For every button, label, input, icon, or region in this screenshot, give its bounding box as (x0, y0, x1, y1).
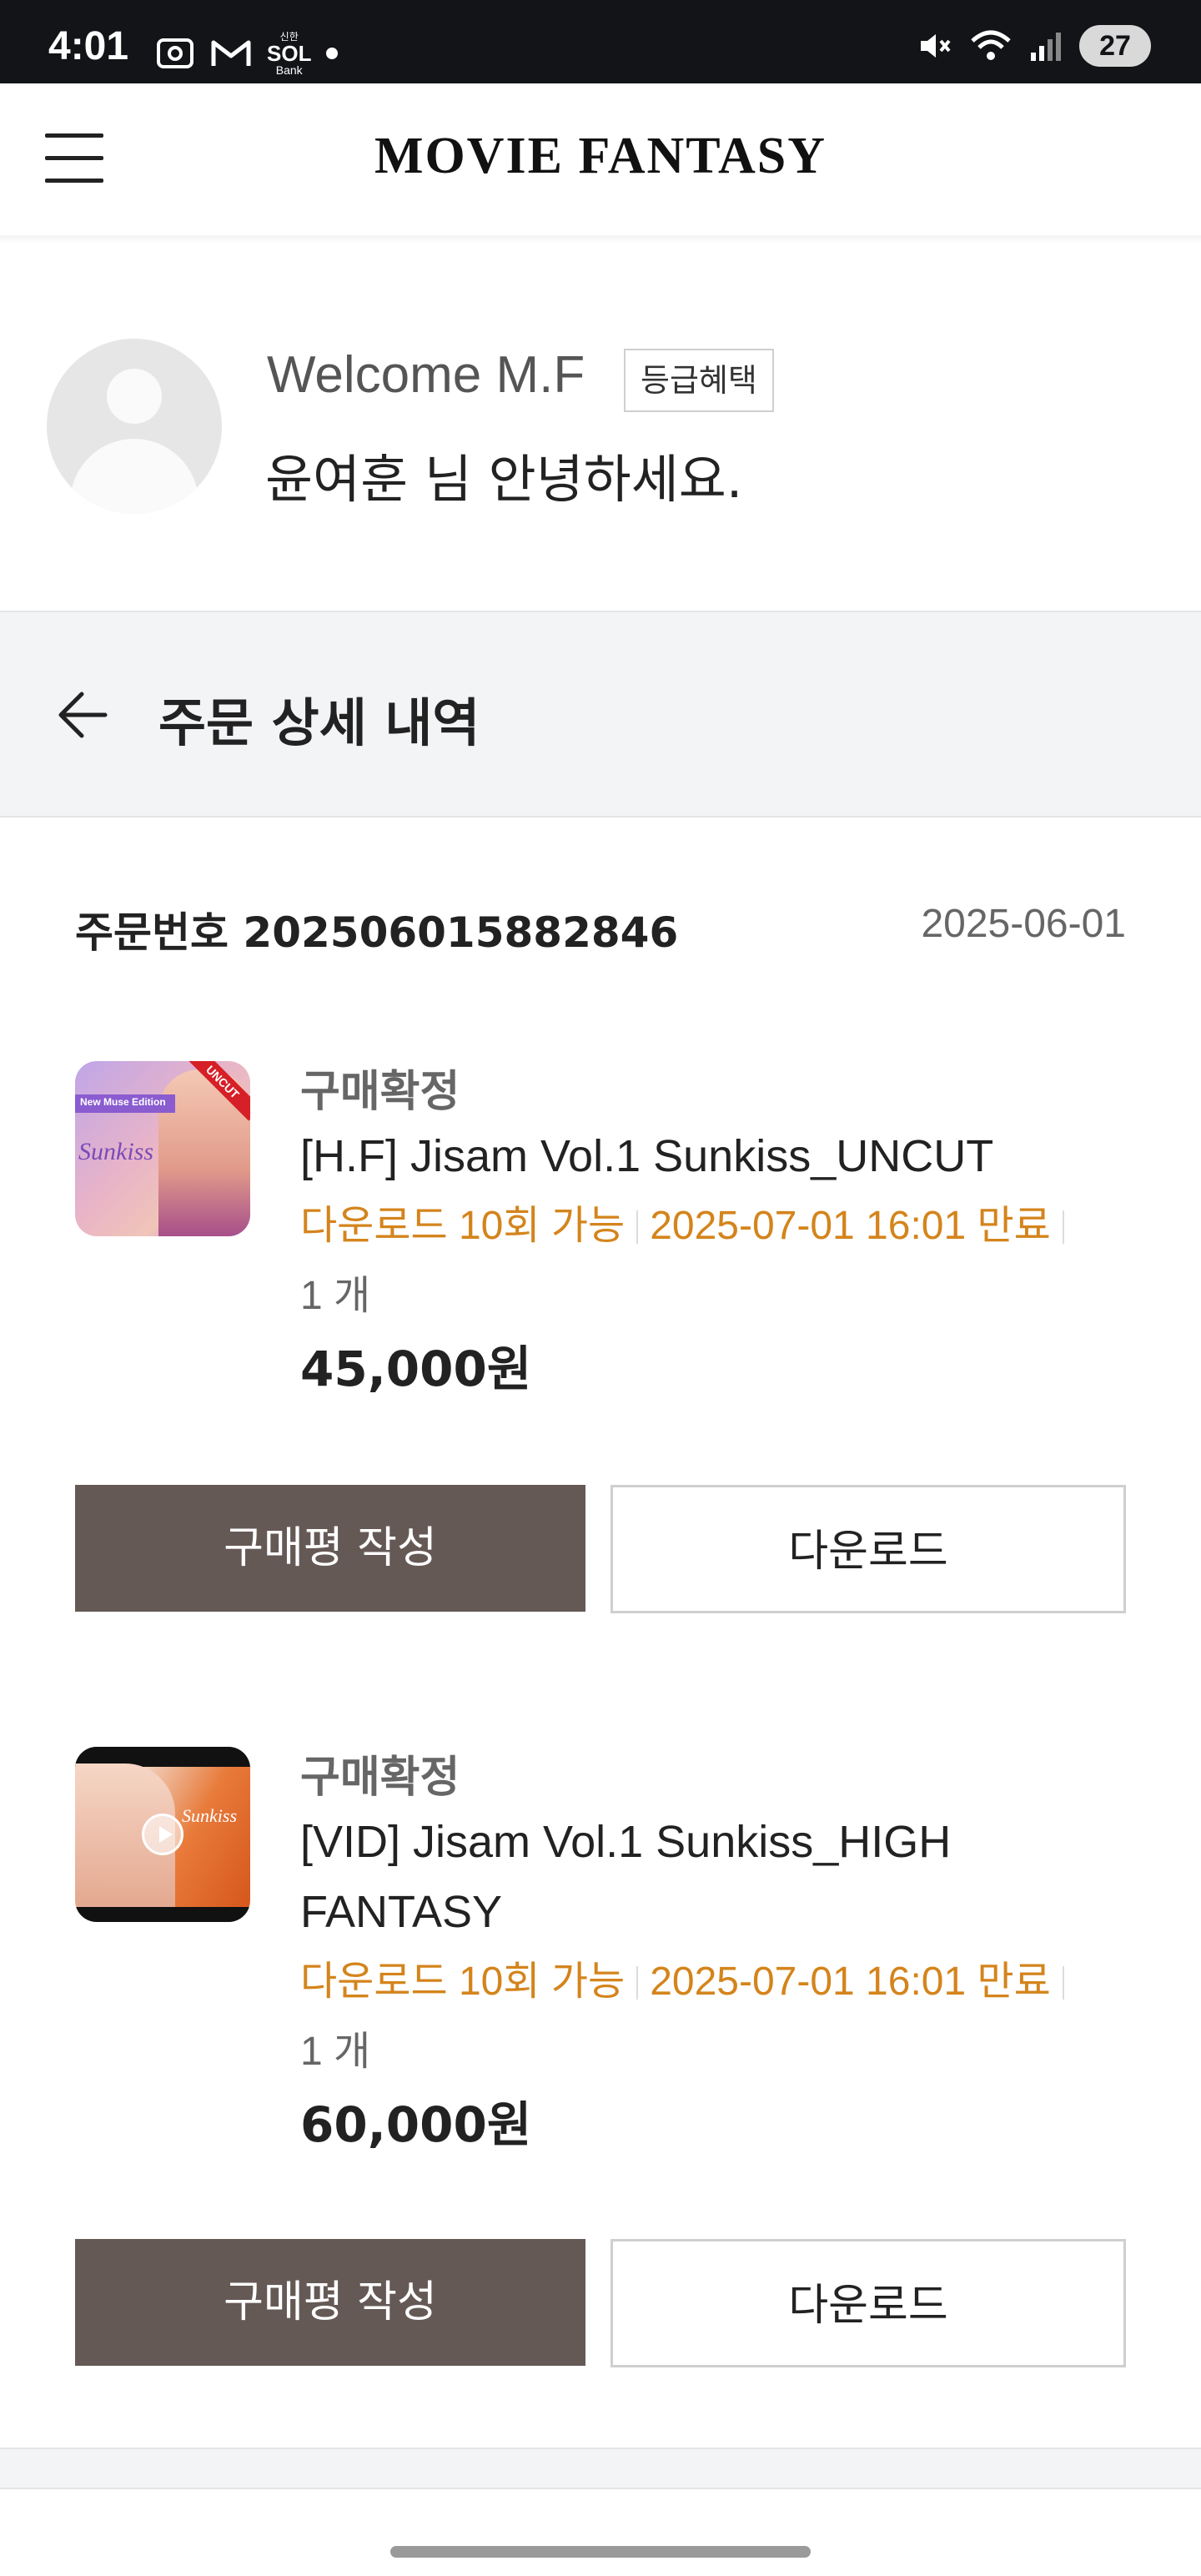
item-info: 구매확정 [VID] Jisam Vol.1 Sunkiss_HIGH FANT… (300, 1747, 1126, 2162)
status-time: 4:01 (48, 24, 129, 68)
download-info: 다운로드 10회 가능 2025-07-01 16:01 만료 (300, 1947, 1126, 2017)
download-button[interactable]: 다운로드 (611, 2239, 1126, 2367)
product-name[interactable]: [H.F] Jisam Vol.1 Sunkiss_UNCUT (300, 1121, 1126, 1191)
write-review-button[interactable]: 구매평 작성 (75, 2239, 585, 2366)
gmail-icon (211, 40, 251, 66)
item-info: 구매확정 [H.F] Jisam Vol.1 Sunkiss_UNCUT 다운로… (300, 1061, 1126, 1406)
order-number: 주문번호 202506015882846 (75, 908, 679, 957)
thumbnail-title-text: Sunkiss (78, 1138, 153, 1165)
welcome-section: Welcome M.F 등급혜택 윤여훈 님 안녕하세요. (0, 244, 1201, 611)
download-button[interactable]: 다운로드 (611, 1485, 1126, 1613)
thumbnail-title-text: Sunkiss (182, 1805, 237, 1826)
mute-icon (921, 34, 951, 58)
item-status: 구매확정 (300, 1067, 460, 1117)
site-header: MOVIE FANTASY (0, 83, 1201, 237)
separator (1062, 1210, 1064, 1244)
section-divider (0, 2448, 1201, 2489)
product-thumbnail[interactable]: New Muse Edition Sunkiss UNCUT (75, 1061, 250, 1236)
bank-app-icon: 신한 SOL Bank (267, 31, 312, 77)
item-status: 구매확정 (300, 1753, 460, 1803)
write-review-button[interactable]: 구매평 작성 (75, 1485, 585, 1612)
order-date: 2025-06-01 (921, 902, 1126, 946)
battery-indicator: 27 (1079, 25, 1151, 67)
home-indicator[interactable] (390, 2546, 811, 2558)
page-title-bar: 주문 상세 내역 (0, 611, 1201, 818)
wifi-icon (971, 30, 1011, 60)
welcome-greeting: 윤여훈 님 안녕하세요. (265, 449, 743, 510)
item-price: 60,000원 (300, 2096, 532, 2153)
expiry-date: 2025-07-01 16:01 만료 (650, 1960, 1051, 2004)
page-title: 주문 상세 내역 (158, 692, 480, 753)
separator (636, 1210, 639, 1244)
product-name[interactable]: [VID] Jisam Vol.1 Sunkiss_HIGH FANTASY (300, 1807, 1126, 1947)
grade-benefits-button[interactable]: 등급혜택 (624, 349, 774, 412)
status-bar: 4:01 신한 SOL Bank 27 (0, 0, 1201, 83)
download-info: 다운로드 10회 가능 2025-07-01 16:01 만료 (300, 1191, 1126, 1261)
notification-icons: 신한 SOL Bank (155, 30, 339, 77)
download-count: 다운로드 10회 가능 (300, 1204, 626, 1248)
play-icon[interactable] (142, 1814, 183, 1855)
product-name-line: [VID] Jisam Vol.1 Sunkiss_HIGH (300, 1817, 952, 1867)
thumbnail-band-text: New Muse Edition (80, 1096, 166, 1108)
expiry-date: 2025-07-01 16:01 만료 (650, 1204, 1051, 1248)
order-header: 주문번호 202506015882846 2025-06-01 (75, 899, 1126, 958)
product-name-line: FANTASY (300, 1887, 503, 1937)
avatar (47, 339, 222, 514)
site-logo[interactable]: MOVIE FANTASY (0, 127, 1201, 186)
screenshot-icon (157, 38, 193, 68)
item-quantity: 1 개 (300, 2030, 371, 2074)
arrow-left-icon[interactable] (53, 686, 112, 744)
item-quantity: 1 개 (300, 1274, 371, 1318)
separator (1062, 1966, 1064, 2000)
item-price: 45,000원 (300, 1341, 532, 1397)
separator (636, 1966, 639, 2000)
system-icons: 27 (916, 25, 1151, 67)
product-thumbnail[interactable]: Sunkiss (75, 1747, 250, 1922)
header-divider (0, 235, 1201, 244)
download-count: 다운로드 10회 가능 (300, 1960, 626, 2004)
more-notifications-dot (326, 48, 339, 59)
welcome-title: Welcome M.F (267, 346, 585, 404)
signal-icon (1031, 33, 1061, 61)
